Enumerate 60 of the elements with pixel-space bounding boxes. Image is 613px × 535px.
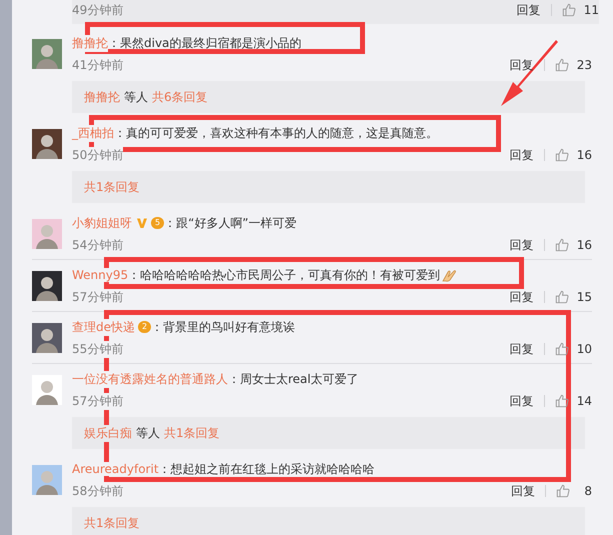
reply-link[interactable]: 回复	[510, 288, 534, 306]
comment-time: 41分钟前	[72, 56, 124, 74]
comment-time: 54分钟前	[72, 236, 124, 254]
avatar-icon[interactable]	[32, 271, 62, 301]
username-link[interactable]: Areureadyforit	[72, 462, 159, 476]
reply-count-link[interactable]: 共1条回复	[164, 424, 220, 442]
username-link[interactable]: 撸撸抡	[72, 34, 108, 52]
crown-badge: 2	[138, 321, 152, 333]
comment-time: 57分钟前	[72, 392, 124, 410]
reply-count-link[interactable]: 共1条回复	[84, 514, 140, 532]
thumbs-up-icon[interactable]	[562, 3, 576, 17]
reply-link[interactable]: 回复	[510, 340, 534, 358]
username-link[interactable]: _西柚拍	[72, 124, 114, 142]
replies-label: 等人	[136, 424, 160, 442]
comment-text: ：跟“好多人啊”一样可爱	[164, 214, 297, 232]
reply-user-link[interactable]: 撸撸抡	[84, 88, 120, 106]
comment-text: ：果然diva的最终归宿都是演小品的	[108, 34, 302, 52]
comment-time: 55分钟前	[72, 340, 124, 358]
like-count: 14	[576, 394, 592, 408]
like-count: 10	[576, 342, 592, 356]
reply-count-link[interactable]: 共1条回复	[84, 178, 140, 196]
comment-time: 49分钟前	[72, 2, 124, 18]
reply-link[interactable]: 回复	[516, 2, 541, 18]
avatar-icon[interactable]	[32, 323, 62, 353]
thumbs-up-icon[interactable]	[554, 394, 569, 408]
reply-link[interactable]: 回复	[510, 56, 534, 74]
comment-time: 50分钟前	[72, 146, 124, 164]
like-count: 11	[584, 3, 599, 17]
thumbs-up-icon[interactable]	[554, 238, 569, 252]
like-count: 8	[583, 484, 592, 498]
comment-text: ：周女士太real太可爱了	[228, 370, 359, 388]
replies-label: 等人	[124, 88, 148, 106]
avatar-icon[interactable]	[32, 129, 62, 159]
username-link[interactable]: Wenny95	[72, 268, 128, 282]
like-count: 16	[576, 238, 592, 252]
thumbs-up-icon[interactable]	[554, 290, 569, 304]
reply-user-link[interactable]: 娱乐白痴	[84, 424, 132, 442]
annotation-arrow	[499, 38, 559, 108]
comment-text: ：想起姐之前在红毯上的采访就哈哈哈哈	[158, 460, 375, 478]
comment-text: ：背景里的鸟叫好有意境诶	[151, 318, 296, 336]
comment-time: 58分钟前	[72, 482, 124, 500]
like-count: 16	[576, 148, 592, 162]
reply-link[interactable]: 回复	[510, 146, 534, 164]
username-link[interactable]: 一位没有透露姓名的普通路人	[72, 370, 228, 388]
thumbs-up-icon[interactable]	[556, 484, 570, 498]
thumbs-up-icon[interactable]	[554, 148, 569, 162]
thumbs-up-icon[interactable]	[554, 342, 569, 356]
comment-text: ：真的可可爱爱，喜欢这种有本事的人的随意，这是真随意。	[114, 124, 438, 142]
username-link[interactable]: 查理de快递	[72, 318, 135, 336]
crown-badge: 5	[151, 217, 164, 229]
comment-text: ：哈哈哈哈哈哈热心市民周公子，可真有你的！有被可爱到	[128, 266, 440, 284]
comment-time: 57分钟前	[72, 288, 124, 306]
reply-link[interactable]: 回复	[511, 482, 535, 500]
like-count: 23	[576, 58, 592, 72]
reply-count-link[interactable]: 共6条回复	[152, 88, 208, 106]
like-count: 15	[576, 290, 592, 304]
reply-link[interactable]: 回复	[510, 392, 534, 410]
username-link[interactable]: 小豹姐姐呀	[72, 214, 132, 232]
thumbs-up-icon[interactable]	[554, 58, 569, 72]
reply-link[interactable]: 回复	[510, 236, 534, 254]
